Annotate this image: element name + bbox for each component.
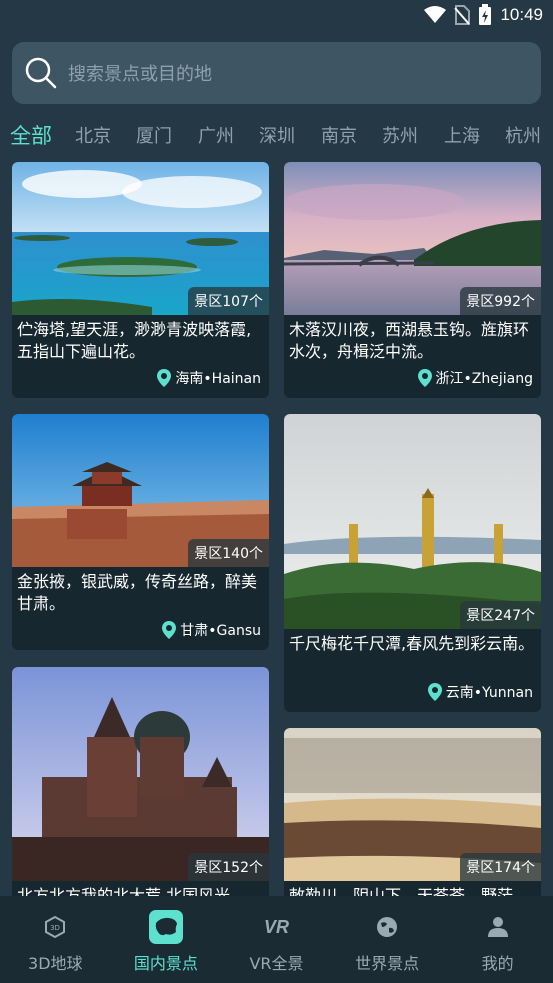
tab-shanghai[interactable]: 上海	[444, 122, 480, 148]
nav-world-scenic[interactable]: 世界景点	[332, 896, 443, 983]
scenic-count-badge: 景区992个	[460, 287, 541, 315]
nav-label: 3D地球	[28, 954, 83, 973]
location-text: 浙江•Zhejiang	[435, 371, 533, 387]
card-location: 云南•Yunnan	[427, 682, 533, 702]
card-image: 景区247个	[284, 414, 541, 629]
globe-icon	[370, 910, 404, 944]
card-location: 甘肃•Gansu	[162, 620, 261, 640]
scenic-card-zhejiang[interactable]: 景区992个 木落汉川夜，西湖悬玉钩。旌旗环水次，舟楫泛中流。 浙江•Zheji…	[284, 162, 541, 398]
card-location: 海南•Hainan	[157, 368, 261, 388]
location-text: 云南•Yunnan	[445, 685, 533, 701]
tab-suzhou[interactable]: 苏州	[382, 122, 418, 148]
battery-charging-icon	[479, 4, 492, 25]
nav-label: 世界景点	[355, 954, 420, 973]
nav-mine[interactable]: 我的	[442, 896, 553, 983]
card-image: 景区992个	[284, 162, 541, 315]
scenic-count-badge: 景区174个	[460, 853, 541, 881]
location-pin-icon	[157, 369, 172, 387]
no-sim-icon	[454, 5, 471, 25]
tab-nanjing[interactable]: 南京	[321, 122, 357, 148]
card-image: 景区174个	[284, 728, 541, 881]
search-icon	[25, 57, 57, 89]
nav-label: 国内景点	[133, 954, 198, 973]
wifi-icon	[424, 6, 447, 23]
card-image: 景区107个	[12, 162, 269, 315]
card-description: 木落汉川夜，西湖悬玉钩。旌旗环水次，舟楫泛中流。	[289, 320, 530, 361]
nav-label: 我的	[481, 954, 514, 973]
location-pin-icon	[162, 621, 177, 639]
tab-hangzhou[interactable]: 杭州	[505, 122, 541, 148]
scenic-count-badge: 景区140个	[188, 539, 269, 567]
tab-xiamen[interactable]: 厦门	[136, 122, 172, 148]
china-map-icon	[148, 910, 183, 944]
nav-vr-panorama[interactable]: VR VR全景	[221, 896, 332, 983]
scenic-card-hainan[interactable]: 景区107个 伫海塔,望天涯，渺渺青波映落霞,五指山下遍山花。 海南•Haina…	[12, 162, 269, 398]
status-time: 10:49	[500, 5, 543, 24]
status-icons: 10:49	[424, 4, 543, 26]
nav-domestic-scenic[interactable]: 国内景点	[111, 896, 222, 983]
city-tab-bar: 全部 北京 厦门 广州 深圳 南京 苏州 上海 杭州	[0, 118, 553, 154]
search-input[interactable]: 搜索景点或目的地	[12, 42, 541, 104]
scenic-card-cathedral[interactable]: 景区152个 北方北方我的北大荒 北国风光	[12, 667, 269, 927]
user-icon	[481, 910, 515, 944]
scenic-count-badge: 景区247个	[460, 601, 541, 629]
location-text: 海南•Hainan	[175, 371, 261, 387]
scenic-count-badge: 景区152个	[188, 853, 269, 881]
scenic-card-gansu[interactable]: 景区140个 金张掖，银武威，传奇丝路，醉美甘肃。 甘肃•Gansu	[12, 414, 269, 650]
card-image: 景区140个	[12, 414, 269, 567]
cube-3d-icon: 3D	[38, 910, 72, 944]
status-bar: 10:49	[0, 0, 553, 32]
tab-shenzhen[interactable]: 深圳	[259, 122, 295, 148]
location-text: 甘肃•Gansu	[180, 623, 261, 639]
card-description: 伫海塔,望天涯，渺渺青波映落霞,五指山下遍山花。	[17, 320, 252, 361]
scenic-count-badge: 景区107个	[188, 287, 269, 315]
scenic-card-yunnan[interactable]: 景区247个 千尺梅花千尺潭,春风先到彩云南。 云南•Yunnan	[284, 414, 541, 712]
location-pin-icon	[427, 683, 442, 701]
card-description: 千尺梅花千尺潭,春风先到彩云南。	[289, 634, 535, 653]
vr-icon: VR	[263, 916, 289, 937]
card-description: 金张掖，银武威，传奇丝路，醉美甘肃。	[17, 572, 258, 613]
tab-beijing[interactable]: 北京	[75, 122, 111, 148]
nav-label: VR全景	[249, 954, 304, 973]
bottom-nav: 3D 3D地球 国内景点 VR VR全景 世界景点 我的	[0, 896, 553, 983]
tab-guangzhou[interactable]: 广州	[198, 122, 234, 148]
search-placeholder: 搜索景点或目的地	[68, 64, 212, 85]
card-image: 景区152个	[12, 667, 269, 881]
location-pin-icon	[417, 369, 432, 387]
card-location: 浙江•Zhejiang	[417, 368, 533, 388]
svg-text:3D: 3D	[50, 924, 60, 932]
tab-all[interactable]: 全部	[10, 120, 52, 150]
nav-3d-earth[interactable]: 3D 3D地球	[0, 896, 111, 983]
